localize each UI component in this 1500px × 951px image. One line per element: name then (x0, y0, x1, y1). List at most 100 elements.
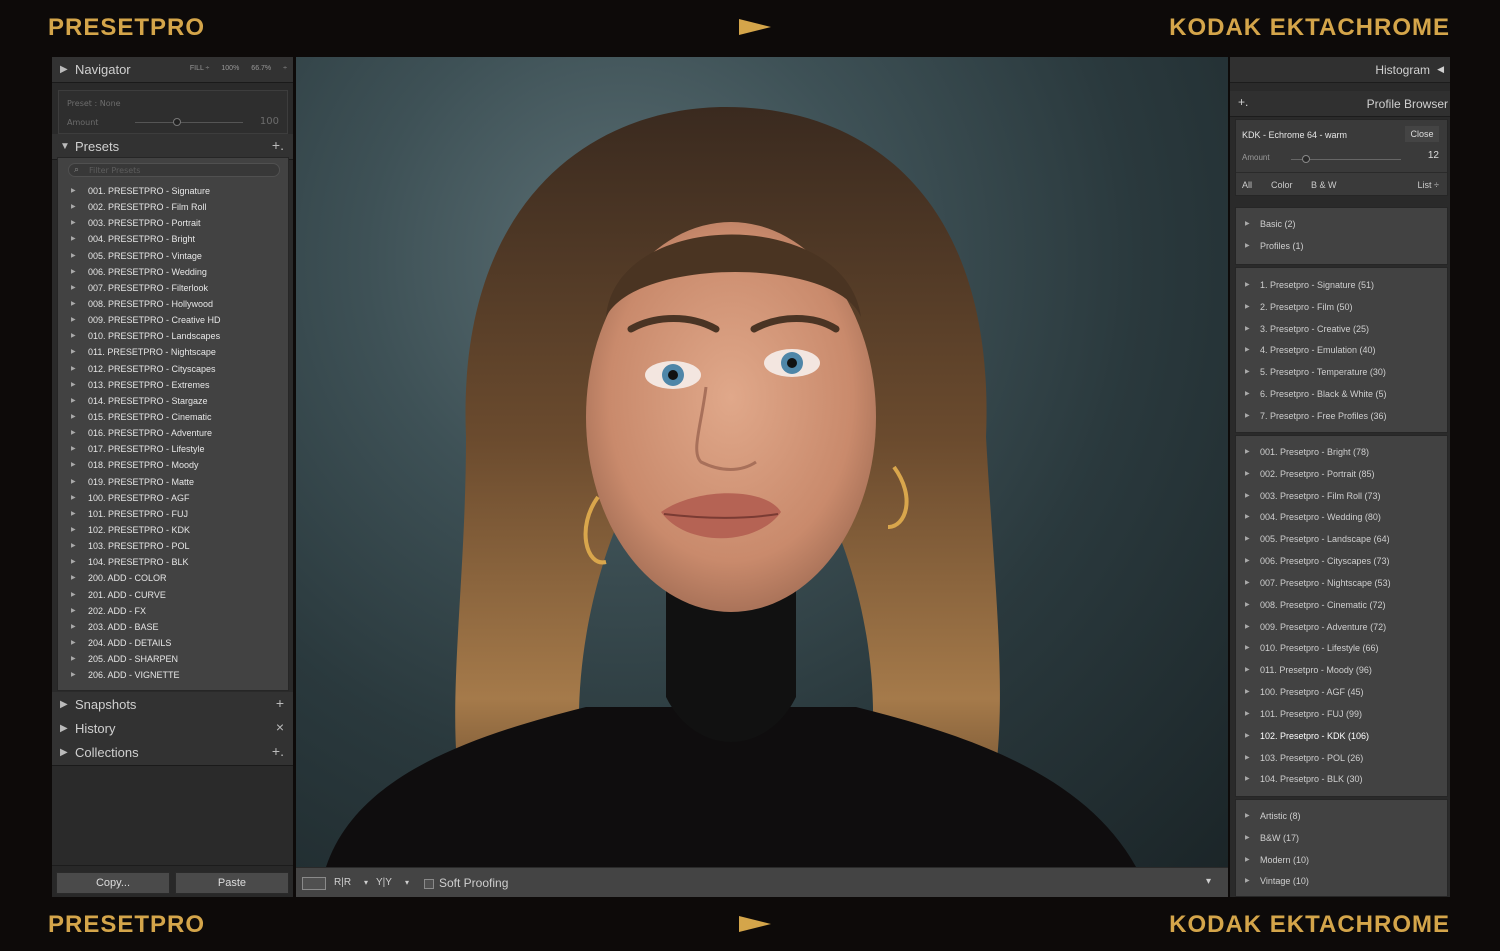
profile-group-item[interactable]: ▶ 3. Presetpro - Creative (25) (1236, 319, 1447, 341)
expand-triangle-icon[interactable]: ▶ (1245, 390, 1250, 397)
expand-triangle-icon[interactable]: ▶ (1245, 346, 1250, 353)
preset-folder-item[interactable]: ▶ 206. ADD - VIGNETTE (58, 668, 288, 684)
expand-triangle-icon[interactable]: ▶ (1245, 812, 1250, 819)
tab-bw[interactable]: B & W (1311, 180, 1337, 190)
expand-triangle-icon[interactable]: ▶ (71, 316, 76, 323)
expand-triangle-icon[interactable]: ▶ (71, 252, 76, 259)
expand-triangle-icon[interactable]: ▶ (1245, 834, 1250, 841)
zoom-fill-option[interactable]: FILL ÷ (190, 65, 210, 72)
expand-triangle-icon[interactable]: ▶ (1245, 220, 1250, 227)
profile-group-item[interactable]: ▶ 4. Presetpro - Emulation (40) (1236, 340, 1447, 362)
profile-group-item[interactable]: ▶ 100. Presetpro - AGF (45) (1236, 682, 1447, 704)
expand-triangle-icon[interactable]: ▶ (71, 397, 76, 404)
expand-triangle-icon[interactable]: ▼ (60, 141, 70, 152)
copy-button[interactable]: Copy... (56, 872, 170, 894)
profile-group-item[interactable]: ▶ 004. Presetpro - Wedding (80) (1236, 507, 1447, 529)
expand-triangle-icon[interactable]: ▶ (1245, 470, 1250, 477)
preset-folder-item[interactable]: ▶ 102. PRESETPRO - KDK (58, 523, 288, 539)
preset-folder-item[interactable]: ▶ 006. PRESETPRO - Wedding (58, 265, 288, 281)
expand-triangle-icon[interactable]: ▶ (1245, 448, 1250, 455)
expand-triangle-icon[interactable]: ▶ (1245, 513, 1250, 520)
expand-triangle-icon[interactable]: ▶ (71, 365, 76, 372)
profile-group-item[interactable]: ▶ 006. Presetpro - Cityscapes (73) (1236, 551, 1447, 573)
toolbar-menu-chevron-icon[interactable]: ▾ (1206, 876, 1211, 887)
expand-triangle-icon[interactable]: ▶ (1245, 666, 1250, 673)
before-after-rr-icon[interactable]: R|R (334, 877, 351, 888)
expand-triangle-icon[interactable]: ▶ (71, 494, 76, 501)
preset-folder-item[interactable]: ▶ 003. PRESETPRO - Portrait (58, 216, 288, 232)
profile-group-item[interactable]: ▶ 003. Presetpro - Film Roll (73) (1236, 486, 1447, 508)
preset-folder-item[interactable]: ▶ 014. PRESETPRO - Stargaze (58, 394, 288, 410)
expand-triangle-icon[interactable]: ▶ (1245, 644, 1250, 651)
profile-group-item[interactable]: ▶ 103. Presetpro - POL (26) (1236, 748, 1447, 770)
expand-triangle-icon[interactable]: ▶ (71, 332, 76, 339)
expand-triangle-icon[interactable]: ▶ (1245, 535, 1250, 542)
expand-triangle-icon[interactable]: ▶ (1245, 492, 1250, 499)
tab-color[interactable]: Color (1271, 180, 1293, 190)
expand-triangle-icon[interactable]: ▶ (71, 623, 76, 630)
expand-triangle-icon[interactable]: ▶ (71, 558, 76, 565)
expand-triangle-icon[interactable]: ▶ (71, 591, 76, 598)
expand-triangle-icon[interactable]: ▶ (71, 445, 76, 452)
preset-folder-item[interactable]: ▶ 100. PRESETPRO - AGF (58, 491, 288, 507)
expand-triangle-icon[interactable]: ▶ (1245, 688, 1250, 695)
preset-folder-item[interactable]: ▶ 203. ADD - BASE (58, 620, 288, 636)
profile-group-item[interactable]: ▶ Profiles (1) (1236, 236, 1447, 258)
profile-group-item[interactable]: ▶ 009. Presetpro - Adventure (72) (1236, 617, 1447, 639)
expand-triangle-icon[interactable]: ▶ (71, 607, 76, 614)
preset-folder-item[interactable]: ▶ 103. PRESETPRO - POL (58, 539, 288, 555)
expand-triangle-icon[interactable]: ▶ (1245, 242, 1250, 249)
preset-folder-item[interactable]: ▶ 011. PRESETPRO - Nightscape (58, 345, 288, 361)
collapse-triangle-icon[interactable]: ▶ (60, 699, 68, 710)
preset-folder-item[interactable]: ▶ 015. PRESETPRO - Cinematic (58, 410, 288, 426)
navigator-zoom-options[interactable]: FILL ÷ 100% 66.7% ÷ (178, 65, 287, 72)
history-header[interactable]: ▶ History × (52, 716, 293, 742)
expand-triangle-icon[interactable]: ▶ (71, 235, 76, 242)
add-collection-icon[interactable]: +. (272, 743, 284, 759)
expand-triangle-icon[interactable]: ▶ (1245, 579, 1250, 586)
profile-group-item[interactable]: ▶ 007. Presetpro - Nightscape (53) (1236, 573, 1447, 595)
soft-proofing-checkbox[interactable] (424, 879, 434, 889)
photo-preview[interactable] (296, 57, 1228, 867)
expand-triangle-icon[interactable]: ▶ (71, 268, 76, 275)
filter-presets-input[interactable]: ⌕ Filter Presets (68, 163, 280, 177)
preset-folder-item[interactable]: ▶ 201. ADD - CURVE (58, 588, 288, 604)
profile-group-item[interactable]: ▶ 001. Presetpro - Bright (78) (1236, 442, 1447, 464)
profile-group-item[interactable]: ▶ 005. Presetpro - Landscape (64) (1236, 529, 1447, 551)
preset-folder-item[interactable]: ▶ 007. PRESETPRO - Filterlook (58, 281, 288, 297)
expand-triangle-icon[interactable]: ▶ (71, 381, 76, 388)
preset-amount-slider-thumb[interactable] (173, 118, 181, 126)
view-mode-select[interactable]: List ÷ (1418, 180, 1439, 190)
preset-folder-item[interactable]: ▶ 005. PRESETPRO - Vintage (58, 249, 288, 265)
profile-group-item[interactable]: ▶ B&W (17) (1236, 828, 1447, 850)
expand-triangle-icon[interactable]: ▶ (71, 639, 76, 646)
preset-folder-item[interactable]: ▶ 104. PRESETPRO - BLK (58, 555, 288, 571)
collections-header[interactable]: ▶ Collections +. (52, 740, 293, 766)
preset-folder-item[interactable]: ▶ 205. ADD - SHARPEN (58, 652, 288, 668)
expand-triangle-icon[interactable]: ▶ (1245, 856, 1250, 863)
navigator-header[interactable]: ▶ Navigator FILL ÷ 100% 66.7% ÷ (52, 57, 293, 83)
tab-all[interactable]: All (1242, 180, 1252, 190)
preset-folder-item[interactable]: ▶ 204. ADD - DETAILS (58, 636, 288, 652)
expand-triangle-icon[interactable]: ▶ (1245, 303, 1250, 310)
profile-group-item[interactable]: ▶ 008. Presetpro - Cinematic (72) (1236, 595, 1447, 617)
expand-triangle-icon[interactable]: ▶ (1245, 557, 1250, 564)
profile-group-item[interactable]: ▶ 6. Presetpro - Black & White (5) (1236, 384, 1447, 406)
profile-group-item[interactable]: ▶ 2. Presetpro - Film (50) (1236, 297, 1447, 319)
profile-group-item[interactable]: ▶ 1. Presetpro - Signature (51) (1236, 275, 1447, 297)
preset-amount-track[interactable] (135, 122, 243, 123)
collapse-triangle-icon[interactable]: ▶ (60, 64, 68, 75)
collapse-triangle-icon[interactable]: ▶ (60, 747, 68, 758)
snapshots-header[interactable]: ▶ Snapshots + (52, 692, 293, 718)
expand-triangle-icon[interactable]: ▶ (71, 574, 76, 581)
preset-folder-item[interactable]: ▶ 013. PRESETPRO - Extremes (58, 378, 288, 394)
expand-triangle-icon[interactable]: ▶ (71, 461, 76, 468)
profile-group-item[interactable]: ▶ 011. Presetpro - Moody (96) (1236, 660, 1447, 682)
expand-triangle-icon[interactable]: ▶ (71, 300, 76, 307)
expand-triangle-icon[interactable]: ▶ (71, 655, 76, 662)
profile-amount-slider-thumb[interactable] (1302, 155, 1310, 163)
profile-group-item[interactable]: ▶ Artistic (8) (1236, 806, 1447, 828)
preset-folder-item[interactable]: ▶ 018. PRESETPRO - Moody (58, 458, 288, 474)
preset-folder-item[interactable]: ▶ 012. PRESETPRO - Cityscapes (58, 362, 288, 378)
expand-triangle-icon[interactable]: ▶ (1245, 412, 1250, 419)
